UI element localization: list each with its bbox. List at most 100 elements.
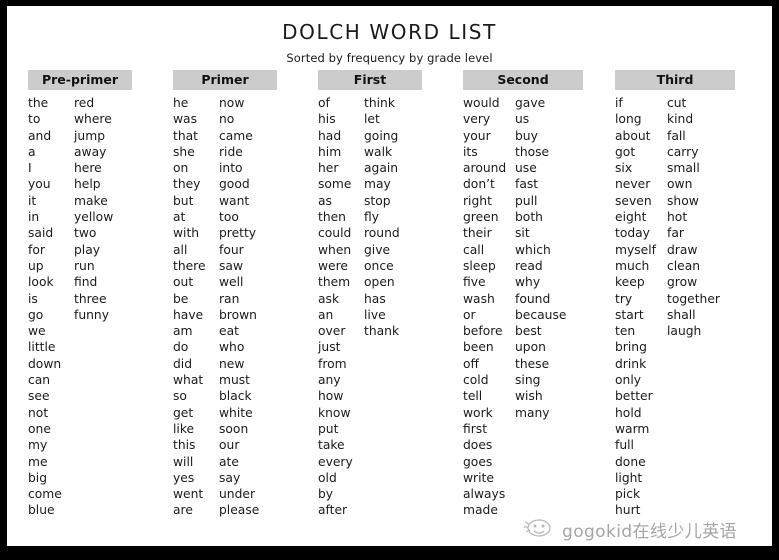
word-item: fall xyxy=(667,128,686,143)
word-item: always xyxy=(463,487,506,502)
word-item: read xyxy=(515,258,543,273)
grade-column-primer: Primer he was that she on they but at with all ther… xyxy=(173,70,318,519)
word-item: us xyxy=(515,112,530,127)
word-item: too xyxy=(219,210,239,225)
word-item: under xyxy=(219,487,256,502)
word-item: four xyxy=(219,242,244,257)
word-item: put xyxy=(318,421,339,436)
word-item: said xyxy=(28,226,54,241)
word-item: draw xyxy=(667,242,698,257)
word-item: can xyxy=(28,373,51,388)
word-pair: of his had him her some as then could when were the… xyxy=(318,95,463,519)
word-item: use xyxy=(515,161,537,176)
word-item: them xyxy=(318,275,351,290)
word-item: yellow xyxy=(74,210,114,225)
word-item: better xyxy=(615,389,653,404)
word-item: every xyxy=(318,454,353,469)
word-item: about xyxy=(615,128,651,143)
word-item: goes xyxy=(463,454,493,469)
word-item: run xyxy=(74,258,95,273)
word-item: pick xyxy=(615,487,641,502)
word-item: grow xyxy=(667,275,698,290)
word-item: little xyxy=(28,340,56,355)
word-item: many xyxy=(515,405,550,420)
word-item: on xyxy=(173,161,189,176)
word-item: tell xyxy=(463,389,483,404)
word-item: and xyxy=(28,128,52,143)
word-item: please xyxy=(219,503,260,518)
word-item: a xyxy=(28,144,36,159)
word-item: first xyxy=(463,421,488,436)
word-item: much xyxy=(615,258,650,273)
word-subcolumn: of his had him her some as then could when were the… xyxy=(318,95,364,519)
word-item: your xyxy=(463,128,491,143)
word-pair: the to and a Iyou it in said for up look is go we litt… xyxy=(28,95,173,519)
word-item: up xyxy=(28,258,44,273)
word-item: those xyxy=(515,144,550,159)
smiley-face-icon xyxy=(522,516,556,543)
word-item: why xyxy=(515,275,541,290)
word-item: want xyxy=(219,193,250,208)
word-item: have xyxy=(173,307,204,322)
grade-column-first: First of his had him her some as then could when we… xyxy=(318,70,463,519)
word-item: black xyxy=(219,389,252,404)
word-item: carry xyxy=(667,144,699,159)
word-item: new xyxy=(219,356,245,371)
word-item: they xyxy=(173,177,201,192)
word-item: help xyxy=(74,177,101,192)
word-subcolumn: would very your its around don’t right green the… xyxy=(463,95,515,519)
grade-column-pre-primer: Pre-primer the to and a Iyou it in said for up look… xyxy=(28,70,173,519)
word-item: here xyxy=(74,161,102,176)
word-item: give xyxy=(364,242,391,257)
word-pair: would very your its around don’t right green the… xyxy=(463,95,615,519)
word-item: will xyxy=(173,454,194,469)
word-item: own xyxy=(667,177,693,192)
word-item: its xyxy=(463,144,478,159)
word-item: which xyxy=(515,242,551,257)
word-item: blue xyxy=(28,503,55,518)
word-item: keep xyxy=(615,275,645,290)
page-title: DOLCH WORD LIST xyxy=(282,20,497,44)
word-item: brown xyxy=(219,307,257,322)
word-item: ask xyxy=(318,291,340,306)
word-item: then xyxy=(318,210,346,225)
word-item: after xyxy=(318,503,348,518)
word-item: show xyxy=(667,193,699,208)
word-item: any xyxy=(318,373,341,388)
word-item: some xyxy=(318,177,352,192)
word-subcolumn: now no came ride into good want too pretty four sa… xyxy=(219,95,259,519)
word-item: see xyxy=(28,389,50,404)
word-item: all xyxy=(173,242,188,257)
word-item: myself xyxy=(615,242,656,257)
word-item: long xyxy=(615,112,642,127)
word-item: red xyxy=(74,96,95,110)
word-item: fly xyxy=(364,210,380,225)
word-item: once xyxy=(364,258,394,273)
word-item: call xyxy=(463,242,485,257)
word-item: sing xyxy=(515,373,541,388)
word-item: laugh xyxy=(667,324,702,339)
word-item: not xyxy=(28,405,49,420)
word-item: the xyxy=(28,96,49,110)
page-subtitle: Sorted by frequency by grade level xyxy=(286,51,493,65)
word-item: big xyxy=(28,470,48,485)
word-subcolumn: gave us buy those use fast pull both sit which rea… xyxy=(515,95,566,519)
word-item: because xyxy=(515,307,567,322)
word-item: just xyxy=(318,340,341,355)
word-item: sit xyxy=(515,226,530,241)
word-item: clean xyxy=(667,258,701,273)
word-item: but xyxy=(173,193,194,208)
grade-header: Third xyxy=(615,70,735,90)
word-item: know xyxy=(318,405,351,420)
word-subcolumn: cut kind fall carry small own show hot far draw cl… xyxy=(667,95,720,519)
word-item: don’t xyxy=(463,177,495,192)
watermark: gogokid在线少儿英语 xyxy=(522,516,737,543)
grade-header: First xyxy=(318,70,422,90)
word-item: hold xyxy=(615,405,642,420)
word-item: thank xyxy=(364,324,400,339)
word-item: white xyxy=(219,405,253,420)
word-item: find xyxy=(74,275,98,290)
word-item: three xyxy=(74,291,107,306)
word-item: for xyxy=(28,242,45,257)
word-item: when xyxy=(318,242,352,257)
